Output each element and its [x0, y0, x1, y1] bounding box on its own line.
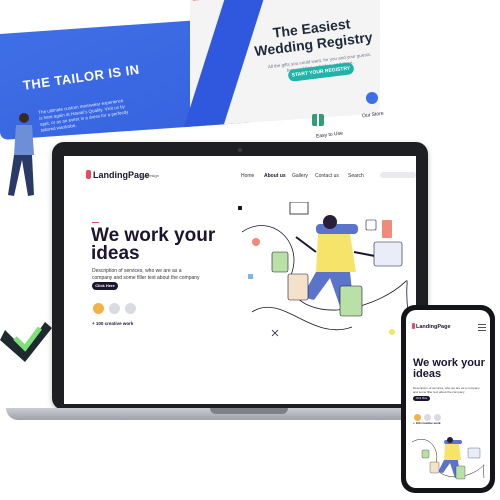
hero-description: Description of services, who we are as a… [92, 268, 200, 281]
decorative-stand-image [0, 322, 52, 362]
store-icon [366, 92, 378, 104]
phone-site-logo[interactable]: LandingPage [412, 323, 451, 330]
phone-hero-description: Description of services, who we are as a… [413, 386, 480, 394]
top-navigation: LandingPage by Design Home About us Gall… [64, 156, 416, 196]
laptop-camera [238, 148, 242, 152]
title-accent-line [92, 222, 99, 223]
avatar [434, 414, 441, 421]
logo-subtitle: by Design [141, 173, 159, 178]
phone-click-here-button[interactable]: Click Here [413, 396, 430, 401]
logo-mark-icon [86, 170, 91, 179]
feature-label-easy: Easy to Use [315, 130, 344, 140]
nav-contact-us[interactable]: Contact us [315, 173, 339, 179]
hero-title: We work your ideas [91, 225, 216, 264]
nav-about-us[interactable]: About us [264, 173, 286, 179]
phone-hero-illustration [411, 437, 485, 480]
avatar [109, 303, 120, 314]
avatar [93, 303, 104, 314]
laptop-device: LandingPage by Design Home About us Gall… [52, 142, 428, 410]
phone-screen: LandingPage We work your ideas Descripti… [406, 310, 490, 488]
laptop-notch [210, 408, 288, 414]
logo-mark-icon [412, 323, 415, 329]
avatar-group [93, 301, 141, 319]
laptop-screen: LandingPage by Design Home About us Gall… [64, 156, 416, 404]
click-here-button[interactable]: Click Here [92, 282, 118, 290]
avatar [414, 414, 421, 421]
feature-label-store: Our Store [361, 110, 384, 120]
phone-creative-work-count: + 100 creative work [413, 421, 441, 425]
phone-hero-title: We work your ideas [413, 357, 485, 380]
nav-gallery[interactable]: Gallery [292, 173, 308, 179]
search-input[interactable] [380, 172, 416, 178]
gift-icon [312, 114, 324, 126]
site-logo[interactable]: LandingPage [86, 170, 150, 180]
nav-search[interactable]: Search [348, 173, 364, 179]
avatar [424, 414, 431, 421]
phone-device: LandingPage We work your ideas Descripti… [401, 305, 495, 493]
creative-work-count: + 100 creative work [92, 321, 134, 326]
nav-home[interactable]: Home [241, 173, 254, 179]
hero-illustration [238, 202, 409, 337]
phone-logo-text: LandingPage [416, 324, 451, 330]
hamburger-menu-icon[interactable] [478, 324, 486, 331]
avatar [125, 303, 136, 314]
tailor-person-image [8, 113, 34, 196]
